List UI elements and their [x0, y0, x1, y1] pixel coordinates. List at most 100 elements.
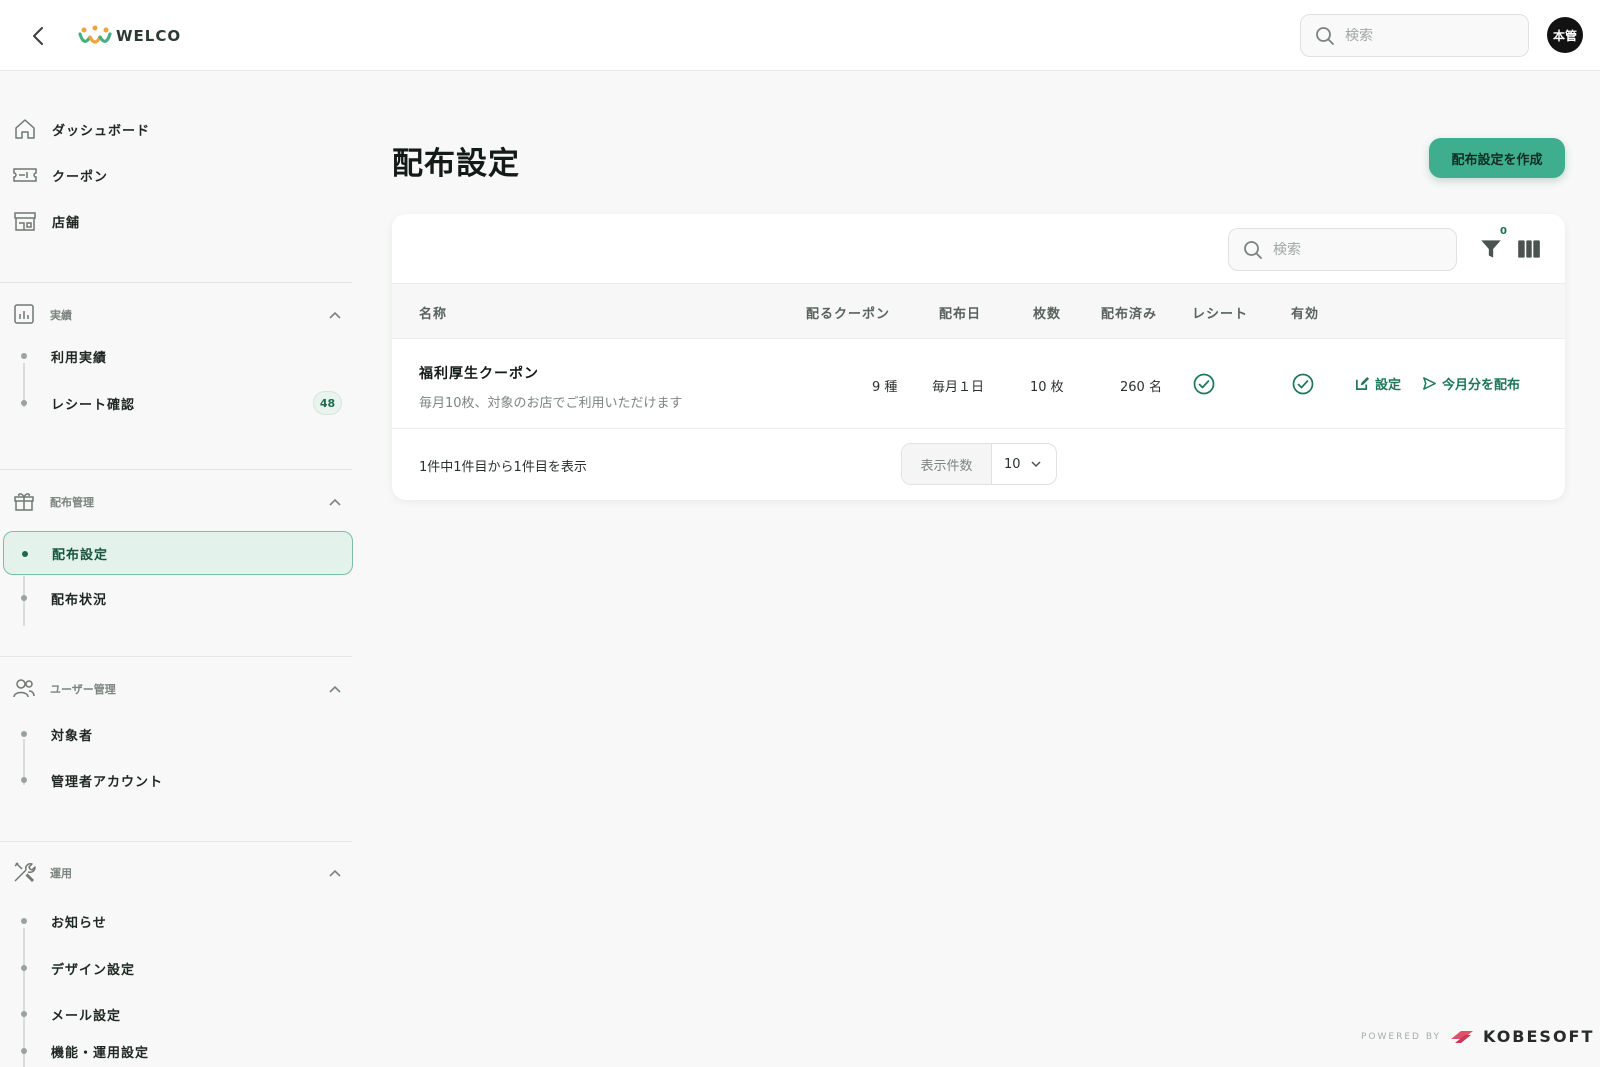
edit-settings-link[interactable]: 設定 — [1355, 374, 1401, 393]
bullet — [21, 595, 27, 601]
sidebar-group-title: ユーザー管理 — [50, 683, 116, 696]
column-header-count[interactable]: 枚数 — [1033, 303, 1061, 322]
powered-by-label: POWERED BY — [1361, 1031, 1442, 1042]
send-icon — [1423, 377, 1436, 390]
sidebar-group-title: 配布管理 — [50, 496, 94, 509]
bullet — [21, 965, 27, 971]
sidebar-divider — [0, 841, 352, 842]
sidebar-item-label: 対象者 — [51, 728, 94, 744]
page-title: 配布設定 — [392, 146, 520, 182]
table-footer: 1件中1件目から1件目を表示 表示件数 10 — [392, 429, 1565, 500]
sidebar-group-distribution[interactable]: 配布管理 — [12, 487, 342, 517]
column-header-enabled[interactable]: 有効 — [1291, 303, 1319, 322]
sidebar-item-design-settings[interactable]: デザイン設定 — [0, 946, 354, 990]
sidebar-divider — [0, 469, 352, 470]
sidebar-item-distribution-status[interactable]: 配布状況 — [0, 576, 354, 620]
back-button[interactable] — [24, 22, 52, 50]
pagination-info: 1件中1件目から1件目を表示 — [419, 460, 587, 475]
page-size-value-container[interactable]: 10 — [992, 444, 1056, 484]
row-description: 毎月10枚、対象のお店でご利用いただけます — [419, 396, 683, 411]
row-distributed: 260 名 — [1120, 380, 1162, 395]
chevron-up-icon — [329, 311, 341, 319]
page-size-select[interactable]: 表示件数 10 — [901, 443, 1057, 485]
page-size-label: 表示件数 — [902, 444, 992, 484]
column-header-receipt[interactable]: レシート — [1192, 303, 1248, 322]
columns-icon[interactable] — [1516, 236, 1542, 262]
table-toolbar: 0 — [392, 214, 1565, 284]
search-icon — [1316, 26, 1334, 45]
sidebar-item-label: ダッシュボード — [52, 123, 151, 139]
bullet — [21, 1011, 27, 1017]
table-search-input[interactable] — [1273, 241, 1423, 258]
sidebar-group-operations[interactable]: 運用 — [12, 858, 342, 888]
sidebar-item-label: 機能・運用設定 — [51, 1045, 150, 1061]
sidebar-item-dashboard[interactable]: ダッシュボード — [12, 114, 150, 144]
sidebar-item-label: 利用実績 — [51, 350, 108, 366]
sidebar-item-label: 管理者アカウント — [51, 774, 164, 790]
powered-by: POWERED BY KOBESOFT — [1361, 1027, 1594, 1046]
bullet — [22, 551, 28, 557]
page-size-value: 10 — [1004, 456, 1021, 472]
users-icon — [12, 676, 36, 703]
table-header: 名称 配るクーポン 配布日 枚数 配布済み レシート 有効 — [392, 284, 1565, 339]
sidebar-divider — [0, 656, 352, 657]
edit-icon — [1356, 376, 1370, 390]
bullet — [21, 777, 27, 783]
filter-icon[interactable] — [1478, 236, 1504, 262]
sidebar-item-targets[interactable]: 対象者 — [0, 712, 354, 756]
avatar[interactable]: 本管 — [1547, 17, 1583, 53]
row-count: 10 枚 — [1030, 380, 1064, 395]
sidebar-item-label: クーポン — [52, 169, 109, 185]
enabled-check-icon — [1292, 373, 1314, 395]
kobesoft-logo-icon — [1451, 1030, 1474, 1043]
home-icon — [12, 116, 38, 142]
column-header-name[interactable]: 名称 — [419, 303, 447, 322]
sidebar-item-receipt-check[interactable]: レシート確認 48 — [0, 381, 354, 425]
bullet — [21, 400, 27, 406]
sidebar: ダッシュボード クーポン 店舗 実績 利用実績 レシート確認 48 配布管理 配… — [0, 71, 354, 1067]
sidebar-item-label: レシート確認 — [51, 397, 136, 413]
sidebar-group-title: 実績 — [50, 309, 72, 322]
column-header-date[interactable]: 配布日 — [939, 303, 981, 322]
sidebar-group-results[interactable]: 実績 — [12, 300, 342, 330]
sidebar-item-label: 店舗 — [52, 215, 81, 231]
sidebar-item-store[interactable]: 店舗 — [12, 206, 80, 236]
logo-text: WELCO — [116, 27, 182, 45]
sidebar-item-usage-results[interactable]: 利用実績 — [0, 334, 354, 378]
bullet — [21, 918, 27, 924]
tools-icon — [12, 860, 36, 887]
edit-settings-label: 設定 — [1375, 378, 1402, 393]
chevron-up-icon — [329, 869, 341, 877]
count-badge: 48 — [313, 391, 342, 415]
chevron-left-icon — [33, 27, 43, 45]
sidebar-group-users[interactable]: ユーザー管理 — [12, 674, 342, 704]
sidebar-item-notices[interactable]: お知らせ — [0, 899, 354, 943]
distribution-table-card: 0 名称 配るクーポン 配布日 枚数 配布済み レシート 有効 福利厚生クーポン… — [392, 214, 1565, 500]
sidebar-item-label: メール設定 — [51, 1008, 122, 1024]
column-header-coupons[interactable]: 配るクーポン — [806, 303, 890, 322]
distribute-this-month-link[interactable]: 今月分を配布 — [1422, 374, 1520, 393]
gift-icon — [12, 489, 36, 516]
bullet — [21, 353, 27, 359]
table-row[interactable]: 福利厚生クーポン 毎月10枚、対象のお店でご利用いただけます 9 種 毎月１日 … — [392, 339, 1565, 429]
row-date: 毎月１日 — [932, 380, 985, 395]
top-header: WELCO 本管 — [0, 0, 1600, 71]
brand-name: KOBESOFT — [1483, 1027, 1595, 1046]
header-search[interactable] — [1300, 14, 1529, 57]
sidebar-item-admin-accounts[interactable]: 管理者アカウント — [0, 758, 354, 802]
row-coupons: 9 種 — [872, 380, 898, 395]
logo[interactable]: WELCO — [78, 22, 181, 50]
receipt-check-icon — [1193, 373, 1215, 395]
chart-icon — [12, 302, 36, 329]
sidebar-item-distribution-settings[interactable]: 配布設定 — [3, 531, 353, 575]
sidebar-divider — [0, 282, 352, 283]
sidebar-item-function-settings[interactable]: 機能・運用設定 — [0, 1029, 354, 1067]
header-search-input[interactable] — [1345, 27, 1495, 44]
column-header-distributed[interactable]: 配布済み — [1101, 303, 1157, 322]
distribute-label: 今月分を配布 — [1442, 378, 1521, 393]
create-distribution-button[interactable]: 配布設定を作成 — [1429, 138, 1565, 178]
chevron-down-icon — [1031, 461, 1041, 468]
sidebar-item-coupon[interactable]: クーポン — [12, 160, 108, 190]
bullet — [21, 731, 27, 737]
table-search[interactable] — [1228, 228, 1457, 271]
